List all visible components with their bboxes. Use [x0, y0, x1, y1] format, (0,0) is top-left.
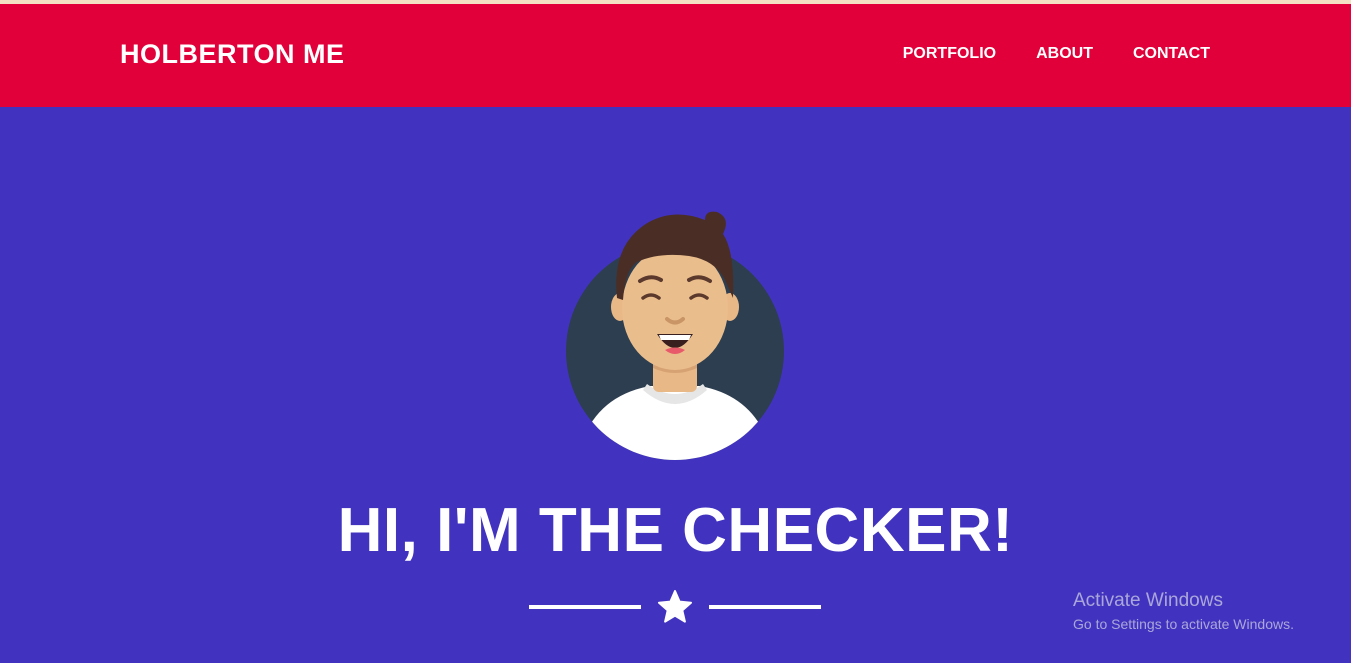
nav-link-portfolio[interactable]: PORTFOLIO: [903, 45, 996, 63]
star-icon: [658, 590, 692, 623]
nav-menu: PORTFOLIO ABOUT CONTACT: [903, 45, 1210, 63]
avatar-image: [566, 211, 784, 460]
star-divider: [529, 590, 821, 624]
navbar: HOLBERTON ME PORTFOLIO ABOUT CONTACT: [0, 4, 1351, 107]
watermark-subtitle: Go to Settings to activate Windows.: [1073, 616, 1294, 632]
nav-link-contact[interactable]: CONTACT: [1133, 45, 1210, 63]
divider-line-left: [529, 605, 641, 609]
watermark-title: Activate Windows: [1073, 590, 1223, 611]
brand-logo-link[interactable]: HOLBERTON ME: [120, 39, 345, 70]
divider-line-right: [709, 605, 821, 609]
activate-windows-watermark: Activate Windows Go to Settings to activ…: [1073, 590, 1294, 633]
nav-link-about[interactable]: ABOUT: [1036, 45, 1093, 63]
hero-title: HI, I'M THE CHECKER!: [337, 496, 1014, 565]
